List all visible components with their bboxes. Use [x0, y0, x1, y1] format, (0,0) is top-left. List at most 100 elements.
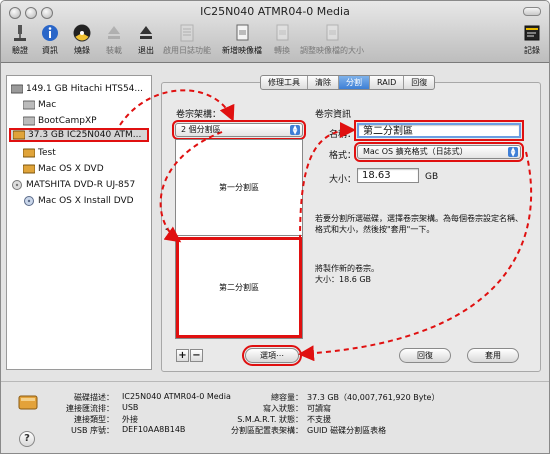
tab-bar: 修理工具 清除 分割 RAID 回復	[260, 75, 436, 90]
smart-status-value: 不支援	[307, 415, 331, 424]
status-text: 將製作新的卷宗。	[315, 264, 379, 273]
tab-raid[interactable]: RAID	[370, 76, 405, 89]
mount-icon	[108, 26, 120, 39]
disk-description-key: 磁碟描述：	[74, 393, 114, 402]
device-item-selected[interactable]: 37.3 GB IC25N040 ATM...	[9, 128, 149, 142]
add-partition-button[interactable]: +	[176, 349, 189, 362]
new-image-icon	[236, 24, 249, 41]
tab-first-aid[interactable]: 修理工具	[261, 76, 308, 89]
usb-serial-value: DEF10AA8B14B	[122, 425, 186, 434]
size-field[interactable]: 18.63	[357, 168, 419, 183]
write-status-value: 可讀寫	[307, 404, 331, 413]
tab-partition[interactable]: 分割	[339, 76, 370, 89]
resize-image-button[interactable]: 調整映像檔的大小	[299, 23, 365, 61]
optical-drive-icon	[12, 180, 22, 190]
burn-label: 燒錄	[74, 46, 90, 55]
firewire-disk-icon	[13, 130, 25, 140]
partition-slice-selected[interactable]: 第二分割區	[176, 237, 302, 338]
volume-item[interactable]: Mac	[23, 98, 56, 112]
partition-map-key: 分割區配置表架構：	[231, 426, 303, 435]
name-label: 名稱：	[329, 130, 357, 140]
connection-bus-key: 連接匯流排：	[66, 404, 114, 413]
volume-icon	[23, 100, 35, 110]
eject-button[interactable]: 退出	[133, 23, 159, 61]
info-button[interactable]: 資訊	[37, 23, 63, 61]
status-size: 大小：18.6 GB	[315, 275, 372, 284]
remove-partition-button[interactable]: −	[190, 349, 203, 362]
connection-type-value: 外接	[122, 415, 138, 424]
resize-handle-icon[interactable]: ◂	[165, 225, 169, 233]
volume-label: Mac	[38, 100, 57, 110]
volume-label: Mac OS X DVD	[38, 164, 104, 174]
new-image-button[interactable]: 新增映像檔	[217, 23, 267, 61]
size-label: 大小：	[329, 175, 357, 185]
tab-restore[interactable]: 回復	[404, 76, 434, 89]
volume-icon	[23, 148, 35, 158]
resize-image-icon	[326, 24, 339, 41]
new-image-label: 新增映像檔	[222, 46, 262, 55]
device-item[interactable]: MATSHITA DVD-R UJ-857	[11, 178, 135, 192]
partition-map-value: GUID 磁碟分割區表格	[307, 426, 387, 435]
resize-image-label: 調整映像檔的大小	[300, 46, 364, 55]
format-popup[interactable]: Mac OS 擴充格式（日誌式） ▲ ▼	[354, 142, 524, 162]
volume-item[interactable]: Mac OS X Install DVD	[23, 194, 134, 208]
info-title: 卷宗資訊	[315, 110, 352, 120]
device-label: MATSHITA DVD-R UJ-857	[26, 180, 136, 190]
external-disk-icon	[18, 395, 38, 410]
volume-icon	[23, 164, 35, 174]
usb-serial-key: USB 序號：	[71, 426, 114, 435]
popup-arrows-icon: ▲ ▼	[290, 125, 300, 136]
device-list[interactable]: 149.1 GB Hitachi HTS54... Mac BootCampXP…	[6, 75, 152, 370]
partition-layout[interactable]: 第一分割區 第二分割區	[175, 139, 303, 339]
info-label: 資訊	[42, 46, 58, 55]
scheme-popup[interactable]: 2 個分割區 ▲ ▼	[172, 120, 306, 140]
revert-button[interactable]: 回復	[399, 348, 451, 363]
connection-type-key: 連接類型：	[74, 415, 114, 424]
dvd-icon	[24, 196, 34, 206]
volume-icon	[23, 116, 35, 126]
log-label: 記錄	[524, 46, 540, 55]
format-label: 格式：	[329, 151, 357, 161]
volume-item[interactable]: Mac OS X DVD	[23, 162, 104, 176]
apply-button[interactable]: 套用	[467, 348, 519, 363]
journal-icon	[180, 24, 194, 42]
disk-utility-window: IC25N040 ATMR04-0 Media 驗證 資訊 燒錄 裝載 退出 啟…	[0, 0, 550, 454]
popup-arrows-icon: ▲ ▼	[508, 147, 518, 158]
name-field[interactable]: 第二分割區	[354, 120, 524, 141]
device-label: 37.3 GB IC25N040 ATM...	[28, 130, 142, 140]
volume-item[interactable]: BootCampXP	[23, 114, 97, 128]
convert-button[interactable]: 轉換	[269, 23, 295, 61]
enable-journaling-button[interactable]: 啟用日誌功能	[161, 23, 213, 61]
info-icon	[42, 25, 58, 41]
device-label: 149.1 GB Hitachi HTS54...	[26, 84, 143, 94]
volume-label: Mac OS X Install DVD	[38, 196, 134, 206]
toolbar-toggle-button[interactable]	[523, 7, 541, 16]
convert-label: 轉換	[274, 46, 290, 55]
disk-description-value: IC25N040 ATMR04-0 Media	[122, 392, 231, 401]
log-icon	[524, 25, 540, 41]
options-button[interactable]: 選項⋯	[242, 345, 302, 366]
mount-label: 裝載	[106, 46, 122, 55]
eject-label: 退出	[138, 46, 154, 55]
write-status-key: 寫入狀態：	[263, 404, 303, 413]
capacity-value: 37.3 GB（40,007,761,920 Byte）	[307, 393, 440, 402]
mount-button[interactable]: 裝載	[101, 23, 127, 61]
scheme-label: 卷宗架構：	[176, 110, 222, 120]
burn-button[interactable]: 燒錄	[69, 23, 95, 61]
log-button[interactable]: 記錄	[519, 23, 545, 61]
size-unit: GB	[425, 172, 439, 182]
info-divider	[1, 381, 549, 382]
help-button[interactable]: ?	[19, 431, 35, 447]
tab-erase[interactable]: 清除	[308, 76, 339, 89]
convert-icon	[276, 24, 289, 41]
smart-status-key: S.M.A.R.T. 狀態：	[237, 415, 303, 424]
device-item[interactable]: 149.1 GB Hitachi HTS54...	[11, 82, 143, 96]
volume-item[interactable]: Test	[23, 146, 56, 160]
scheme-value: 2 個分割區	[181, 125, 221, 134]
verify-button[interactable]: 驗證	[7, 23, 33, 61]
partition-slice[interactable]: 第一分割區	[176, 140, 302, 236]
connection-bus-value: USB	[122, 403, 139, 412]
microscope-icon	[14, 25, 26, 41]
help-text: 若要分割所選磁碟，選擇卷宗架構。為每個卷宗設定名稱、格式和大小，然後按"套用"一…	[315, 214, 523, 234]
eject-icon	[140, 26, 152, 39]
